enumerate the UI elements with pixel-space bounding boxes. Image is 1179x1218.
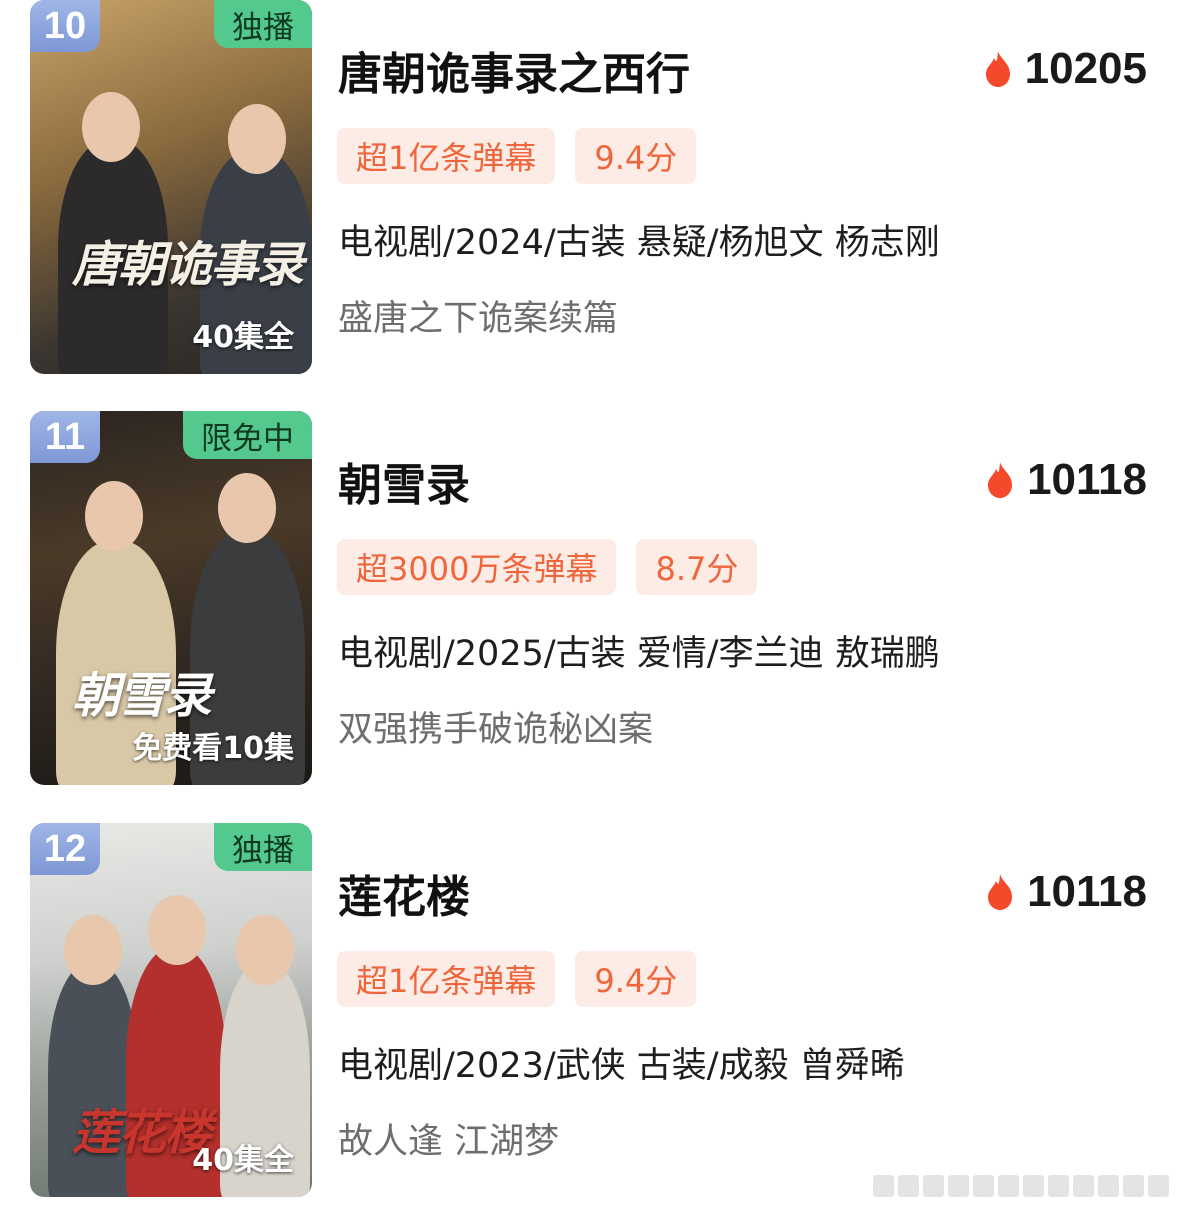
score-tag: 9.4分 [575,951,697,1007]
show-title[interactable]: 莲花楼 [338,861,470,925]
show-description: 盛唐之下诡案续篇 [338,299,619,339]
list-item[interactable]: 唐朝诡事录 10 独播 40集全 唐朝诡事录之西行 10205 超1亿条弹幕 9… [0,0,1179,376]
show-meta: 电视剧/2023/武侠 古装/成毅 曾舜晞 [338,1046,905,1086]
exclusive-badge: 独播 [214,823,312,871]
show-description: 故人逢 江湖梦 [338,1122,560,1162]
flame-icon [985,51,1010,87]
flame-icon [988,462,1013,498]
rank-badge: 12 [30,823,100,875]
heat-score: 10118 [985,455,1147,505]
rank-badge: 11 [30,411,100,463]
danmaku-tag: 超3000万条弹幕 [337,539,617,595]
list-item[interactable]: 莲花楼 12 独播 40集全 莲花楼 10118 超1亿条弹幕 9.4分 电视剧… [0,823,1179,1199]
rank-badge: 10 [30,0,100,52]
tag-row: 超3000万条弹幕 8.7分 [337,539,777,595]
danmaku-tag: 超1亿条弹幕 [337,951,556,1007]
show-title[interactable]: 朝雪录 [338,449,470,513]
episode-count: 40集全 [192,320,294,355]
flame-icon [988,874,1013,910]
free-episodes: 免费看10集 [132,731,294,766]
heat-score: 10205 [983,44,1147,94]
tag-row: 超1亿条弹幕 9.4分 [337,128,716,184]
free-badge: 限免中 [183,411,312,459]
list-item[interactable]: 朝雪录 11 限免中 免费看10集 朝雪录 10118 超3000万条弹幕 8.… [0,411,1179,787]
exclusive-badge: 独播 [214,0,312,48]
danmaku-tag: 超1亿条弹幕 [337,128,556,184]
poster-thumbnail[interactable]: 莲花楼 12 独播 40集全 [30,823,312,1197]
heat-score: 10118 [985,867,1147,917]
tag-row: 超1亿条弹幕 9.4分 [337,951,716,1007]
watermark [869,1172,1169,1200]
poster-logo: 莲花楼 [72,1105,212,1161]
score-tag: 8.7分 [636,539,758,595]
poster-thumbnail[interactable]: 唐朝诡事录 10 独播 40集全 [30,0,312,374]
score-tag: 9.4分 [575,128,697,184]
poster-thumbnail[interactable]: 朝雪录 11 限免中 免费看10集 [30,411,312,785]
show-description: 双强携手破诡秘凶案 [338,710,654,750]
episode-count: 40集全 [192,1143,294,1178]
show-meta: 电视剧/2024/古装 悬疑/杨旭文 杨志刚 [338,223,940,263]
heat-value: 10118 [1027,867,1147,916]
poster-logo: 朝雪录 [72,668,212,724]
show-title[interactable]: 唐朝诡事录之西行 [338,38,690,102]
show-meta: 电视剧/2025/古装 爱情/李兰迪 敖瑞鹏 [338,634,940,674]
heat-value: 10118 [1027,455,1147,504]
heat-value: 10205 [1024,44,1147,93]
poster-logo: 唐朝诡事录 [72,237,304,293]
